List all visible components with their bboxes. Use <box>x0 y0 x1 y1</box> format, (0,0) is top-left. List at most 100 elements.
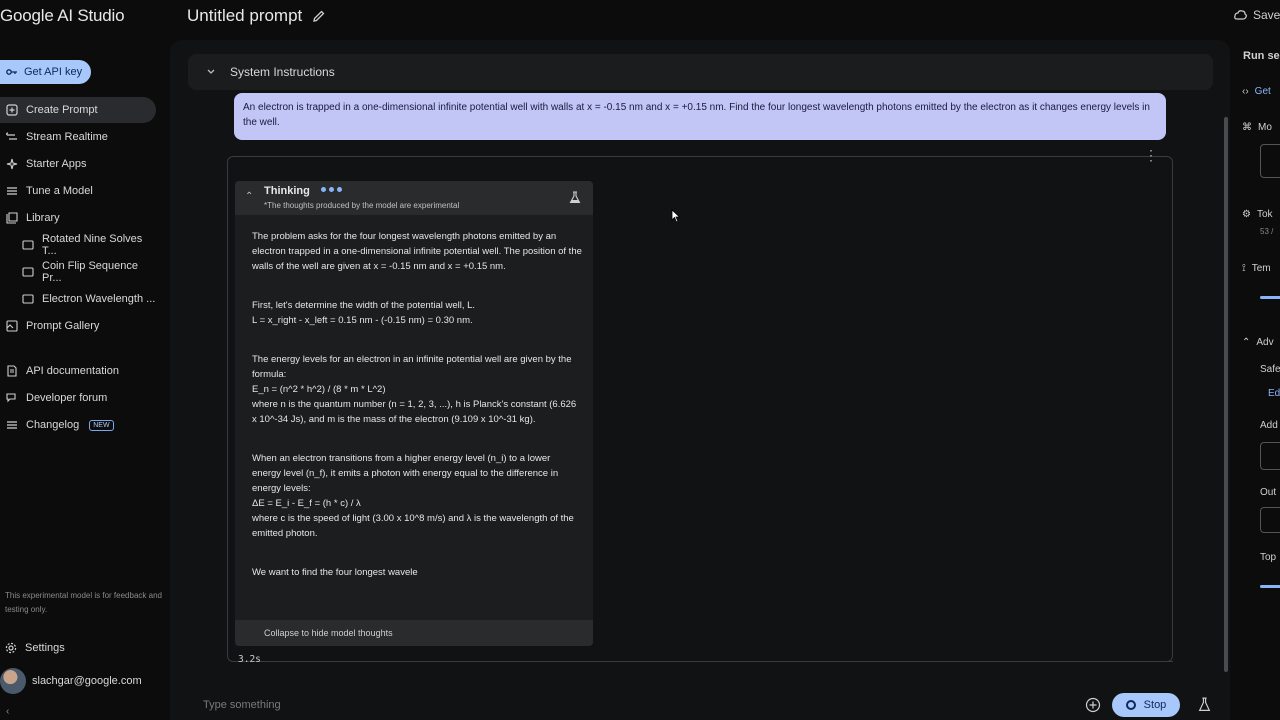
chat-icon <box>22 294 34 304</box>
edit-safety-link[interactable]: Ed <box>1268 388 1280 399</box>
token-count: ⚙ Tok <box>1242 209 1273 220</box>
sidebar-item-label: Coin Flip Sequence Pr... <box>42 260 139 284</box>
thinking-header[interactable]: ⌃ Thinking *The thoughts produced by the… <box>235 181 593 215</box>
chevron-up-icon: ⌃ <box>1242 337 1251 348</box>
thinking-paragraph: The problem asks for the four longest wa… <box>252 231 582 272</box>
thinking-panel: ⌃ Thinking *The thoughts produced by the… <box>235 181 593 646</box>
thinking-text: The problem asks for the four longest wa… <box>252 229 582 604</box>
run-settings-panel: Run se ‹› Get ⌘ Mo ⚙ Tok 53 / ⟟ Tem ⌃ Adv Saf… <box>1234 40 1280 720</box>
chat-icon <box>22 267 34 277</box>
elapsed-time: 3.2s <box>238 654 261 665</box>
output-length-input[interactable] <box>1260 507 1280 533</box>
get-api-key-label: Get API key <box>24 66 83 78</box>
sidebar-item-label: Create Prompt <box>26 104 98 116</box>
forum-icon <box>6 393 16 403</box>
scrollbar[interactable] <box>1224 117 1228 672</box>
prompt-title[interactable]: Untitled prompt <box>187 6 326 26</box>
pencil-icon[interactable] <box>312 9 326 23</box>
user-account[interactable]: slachgar@google.com <box>0 668 142 694</box>
gallery-icon <box>6 320 18 332</box>
save-label: Save <box>1253 8 1280 22</box>
chevron-up-icon: ⌃ <box>245 191 254 202</box>
save-button[interactable]: Save <box>1234 8 1280 22</box>
library-item-coin-flip[interactable]: Coin Flip Sequence Pr... <box>0 259 156 285</box>
main-panel: System Instructions An electron is trapp… <box>170 40 1230 720</box>
stop-label: Stop <box>1143 699 1167 711</box>
more-options-icon[interactable]: ⋮ <box>1144 147 1158 164</box>
temperature-section: ⟟ Tem <box>1242 263 1271 274</box>
add-stop-sequence-label: Add <box>1260 420 1278 431</box>
sidebar-item-api-documentation[interactable]: API documentation <box>0 358 156 384</box>
prompt-input-bar: Type something Stop <box>185 692 1230 720</box>
thinking-paragraph: First, let's determine the width of the … <box>252 300 476 326</box>
stop-button[interactable]: Stop <box>1112 693 1180 717</box>
sidebar-item-developer-forum[interactable]: Developer forum <box>0 385 156 411</box>
token-icon: ⚙ <box>1242 209 1251 220</box>
thinking-paragraph: When an electron transitions from a high… <box>252 453 574 539</box>
prompt-input[interactable]: Type something <box>203 699 281 711</box>
sidebar-item-stream-realtime[interactable]: Stream Realtime <box>0 124 156 150</box>
gear-icon <box>5 642 17 654</box>
system-instructions-label: System Instructions <box>230 65 335 79</box>
sidebar-item-label: Stream Realtime <box>26 131 108 143</box>
thinking-paragraph: The energy levels for an electron in an … <box>252 354 577 425</box>
sidebar-item-label: Developer forum <box>26 392 108 404</box>
model-section: ⌘ Mo <box>1242 122 1272 133</box>
key-icon <box>6 69 17 75</box>
advanced-settings-toggle[interactable]: ⌃ Adv <box>1242 337 1274 348</box>
thinking-disclaimer: *The thoughts produced by the model are … <box>264 201 460 210</box>
library-item-rotated-nine[interactable]: Rotated Nine Solves T... <box>0 232 156 258</box>
output-length-label: Out <box>1260 487 1277 498</box>
sidebar-item-label: Library <box>26 212 60 224</box>
library-icon <box>6 212 18 224</box>
library-item-electron-wavelength[interactable]: Electron Wavelength ... <box>0 286 156 312</box>
add-circle-icon[interactable] <box>1085 697 1101 713</box>
top-p-label: Top <box>1260 552 1277 563</box>
temperature-slider[interactable] <box>1260 296 1280 299</box>
new-badge: NEW <box>89 419 114 431</box>
system-instructions-toggle[interactable]: System Instructions <box>188 54 1213 90</box>
code-icon: ‹› <box>1242 86 1249 97</box>
model-response: ⋮ ⌃ Thinking *The thoughts produced by t… <box>227 147 1173 665</box>
model-label: Mo <box>1258 122 1272 133</box>
thinking-paragraph: We want to find the four longest wavele <box>252 567 418 578</box>
flask-icon[interactable] <box>1198 697 1211 712</box>
thinking-title: Thinking <box>264 185 310 197</box>
sidebar-item-starter-apps[interactable]: Starter Apps <box>0 151 156 177</box>
collapse-thoughts-button[interactable]: Collapse to hide model thoughts <box>235 620 593 646</box>
prompt-title-text: Untitled prompt <box>187 6 303 25</box>
safety-label: Safe <box>1260 364 1280 375</box>
settings-label: Settings <box>25 642 65 654</box>
tune-icon <box>7 187 17 195</box>
chevron-down-icon <box>207 69 215 74</box>
avatar <box>0 668 26 694</box>
model-icon: ⌘ <box>1242 122 1252 133</box>
token-count-value: 53 / <box>1260 227 1274 236</box>
stop-icon <box>1125 700 1136 710</box>
collapse-sidebar-icon[interactable]: ‹ <box>6 706 9 717</box>
changelog-icon <box>7 421 17 429</box>
get-code-button[interactable]: ‹› Get <box>1242 86 1271 97</box>
top-p-slider[interactable] <box>1260 585 1280 588</box>
sparkle-icon <box>6 158 18 170</box>
stop-sequence-input[interactable] <box>1260 442 1280 470</box>
sidebar-item-tune-a-model[interactable]: Tune a Model <box>0 178 156 204</box>
sidebar-item-label: Changelog <box>26 419 80 431</box>
sidebar-item-label: Tune a Model <box>26 185 93 197</box>
sidebar-item-library[interactable]: Library <box>0 205 156 231</box>
mouse-cursor-icon <box>671 209 681 223</box>
model-selector[interactable] <box>1260 144 1280 178</box>
sidebar-item-label: Starter Apps <box>26 158 87 170</box>
stream-icon <box>6 132 17 140</box>
sidebar-item-prompt-gallery[interactable]: Prompt Gallery <box>0 313 156 339</box>
temperature-label: Tem <box>1251 263 1271 274</box>
run-settings-title: Run se <box>1243 50 1280 62</box>
sidebar-item-label: API documentation <box>26 365 119 377</box>
app-title: Google AI Studio <box>0 6 125 25</box>
settings-button[interactable]: Settings <box>5 642 65 654</box>
temperature-icon: ⟟ <box>1242 263 1246 274</box>
sidebar-item-create-prompt[interactable]: Create Prompt <box>0 97 156 123</box>
get-api-key-button[interactable]: Get API key <box>0 60 91 84</box>
sidebar-item-changelog[interactable]: Changelog NEW <box>0 412 156 438</box>
flask-icon <box>569 191 581 204</box>
